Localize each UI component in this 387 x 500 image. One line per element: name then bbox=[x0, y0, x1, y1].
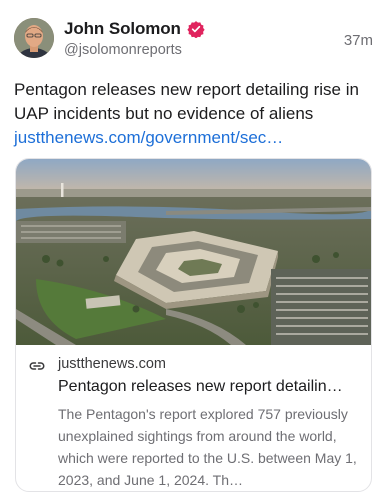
post[interactable]: John Solomon @jsolomonreports 37m Pentag… bbox=[0, 0, 387, 500]
post-timestamp: 37m bbox=[343, 32, 373, 49]
author-avatar[interactable] bbox=[14, 18, 54, 58]
link-domain: justthenews.com bbox=[58, 356, 166, 372]
post-link[interactable]: justthenews.com/government/sec… bbox=[14, 126, 374, 150]
link-description: The Pentagon's report explored 757 previ… bbox=[58, 406, 357, 488]
link-title[interactable]: Pentagon releases new report detailin… bbox=[58, 378, 358, 396]
post-body: Pentagon releases new report detailing r… bbox=[14, 78, 374, 150]
post-text: Pentagon releases new report detailing r… bbox=[14, 80, 359, 123]
link-icon bbox=[28, 357, 46, 375]
author-display-name[interactable]: John Solomon bbox=[64, 19, 181, 39]
pentagon-aerial-photo bbox=[16, 159, 371, 345]
link-preview-card[interactable]: justthenews.com Pentagon releases new re… bbox=[15, 158, 372, 492]
post-header: John Solomon @jsolomonreports 37m bbox=[14, 18, 373, 62]
verified-badge-icon bbox=[187, 20, 205, 39]
link-preview-meta: justthenews.com Pentagon releases new re… bbox=[16, 345, 371, 491]
author-handle[interactable]: @jsolomonreports bbox=[64, 42, 182, 58]
author-name-line: John Solomon bbox=[64, 18, 205, 40]
